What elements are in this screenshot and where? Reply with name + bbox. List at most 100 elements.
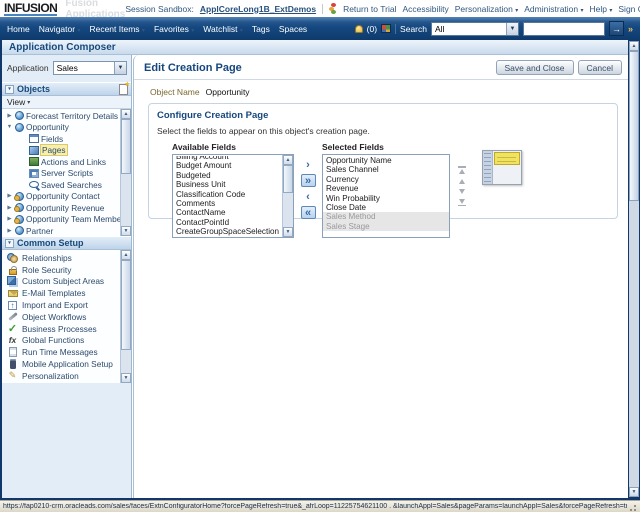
- tree-item-opportunity-revenue[interactable]: ▶ Opportunity Revenue: [2, 202, 120, 214]
- common-item-mobile-application-setup[interactable]: Mobile Application Setup: [2, 358, 120, 370]
- tree-scrollbar[interactable]: ▲ ▼: [120, 109, 131, 236]
- tree-item-pages[interactable]: Pages: [2, 145, 120, 157]
- tree-item-forecast-territory-details[interactable]: ▶ Forecast Territory Details: [2, 110, 120, 122]
- tree-item-opportunity[interactable]: ▼ Opportunity: [2, 122, 120, 134]
- nav-spaces[interactable]: Spaces: [279, 24, 307, 34]
- page-scrollbar[interactable]: ▲ ▼: [628, 40, 640, 498]
- common-item-import-export[interactable]: ↑ Import and Export: [2, 299, 120, 311]
- collapse-icon[interactable]: ▼: [6, 124, 13, 130]
- search-input[interactable]: [523, 22, 605, 36]
- move-all-left-button[interactable]: «: [301, 206, 316, 219]
- move-selected-left-button[interactable]: ‹: [301, 190, 316, 203]
- common-item-role-security[interactable]: Role Security: [2, 264, 120, 276]
- help-menu[interactable]: Help ▾: [590, 4, 613, 14]
- move-down-button[interactable]: [459, 189, 465, 194]
- objects-accordion-header[interactable]: ▾ Objects: [2, 82, 131, 96]
- available-fields-listbox[interactable]: Billing Account Budget Amount Budgeted B…: [172, 154, 294, 238]
- notification-bell-icon[interactable]: [355, 25, 363, 33]
- list-item[interactable]: Sales Channel: [323, 165, 449, 174]
- scroll-up-icon[interactable]: ▲: [121, 109, 131, 119]
- nav-recent-items-menu[interactable]: Recent Items ▾: [89, 24, 144, 34]
- scroll-down-icon[interactable]: ▼: [283, 227, 293, 237]
- move-to-top-button[interactable]: [458, 166, 466, 174]
- collapse-icon[interactable]: ▾: [5, 239, 14, 248]
- move-to-bottom-button[interactable]: [458, 199, 466, 207]
- list-item[interactable]: CreateGroupSpaceSelection: [173, 227, 282, 236]
- sign-out-link[interactable]: Sign Out: [618, 4, 640, 14]
- common-item-custom-subject-areas[interactable]: Custom Subject Areas: [2, 276, 120, 288]
- nav-watchlist-menu[interactable]: Watchlist ▾: [203, 24, 243, 34]
- list-item[interactable]: Opportunity Name: [323, 156, 449, 165]
- available-fields-scrollbar[interactable]: ▲ ▼: [282, 155, 293, 237]
- expand-icon[interactable]: ▶: [6, 216, 13, 222]
- list-item[interactable]: Revenue: [323, 184, 449, 193]
- scroll-up-icon[interactable]: ▲: [283, 155, 293, 165]
- move-selected-right-button[interactable]: ›: [301, 158, 316, 171]
- nav-home[interactable]: Home: [7, 24, 30, 34]
- accessibility-link[interactable]: Accessibility: [402, 4, 448, 14]
- list-item[interactable]: Win Probability: [323, 194, 449, 203]
- tree-item-server-scripts[interactable]: Server Scripts: [2, 168, 120, 180]
- search-scope-select[interactable]: All ▼: [431, 22, 519, 36]
- scrollbar-thumb[interactable]: [121, 260, 131, 350]
- scroll-down-icon[interactable]: ▼: [121, 226, 131, 236]
- list-item[interactable]: Budgeted: [173, 171, 282, 180]
- save-and-close-button[interactable]: Save and Close: [496, 60, 574, 75]
- common-item-business-processes[interactable]: ✓ Business Processes: [2, 323, 120, 335]
- common-item-run-time-messages[interactable]: Run Time Messages: [2, 346, 120, 358]
- scrollbar-track[interactable]: ▲ ▼: [629, 41, 639, 497]
- tree-item-actions-and-links[interactable]: Actions and Links: [2, 156, 120, 168]
- tree-item-fields[interactable]: Fields: [2, 133, 120, 145]
- view-menu[interactable]: View ▾: [2, 96, 131, 109]
- list-item[interactable]: ContactName: [173, 208, 282, 217]
- search-go-button[interactable]: →: [609, 21, 624, 36]
- nav-favorites-menu[interactable]: Favorites ▾: [154, 24, 194, 34]
- collapse-icon[interactable]: ▾: [5, 85, 14, 94]
- common-item-email-templates[interactable]: E-Mail Templates: [2, 287, 120, 299]
- scroll-up-icon[interactable]: ▲: [629, 41, 639, 51]
- common-setup-scrollbar[interactable]: ▲ ▼: [120, 250, 131, 383]
- common-item-object-workflows[interactable]: Object Workflows: [2, 311, 120, 323]
- move-all-right-button[interactable]: »: [301, 174, 316, 187]
- expand-icon[interactable]: ▶: [6, 113, 13, 119]
- list-item[interactable]: Close Date: [323, 203, 449, 212]
- list-item[interactable]: Currency: [323, 175, 449, 184]
- tree-item-opportunity-team-member[interactable]: ▶ Opportunity Team Member: [2, 214, 120, 226]
- advanced-search-icon[interactable]: »: [628, 24, 633, 34]
- list-item[interactable]: Business Unit: [173, 180, 282, 189]
- application-select[interactable]: Sales ▼: [53, 61, 127, 75]
- scrollbar-thumb[interactable]: [121, 119, 131, 174]
- expand-icon[interactable]: ▶: [6, 205, 13, 211]
- list-item[interactable]: Comments: [173, 199, 282, 208]
- resize-grip-icon[interactable]: [627, 502, 637, 512]
- tree-item-opportunity-contact[interactable]: ▶ Opportunity Contact: [2, 191, 120, 203]
- scroll-down-icon[interactable]: ▼: [121, 373, 131, 383]
- common-item-relationships[interactable]: Relationships: [2, 252, 120, 264]
- list-item[interactable]: ContactPointId: [173, 218, 282, 227]
- expand-icon[interactable]: ▶: [6, 193, 13, 199]
- tiles-icon[interactable]: [381, 24, 391, 33]
- common-item-personalization[interactable]: ✎ Personalization: [2, 370, 120, 382]
- move-up-button[interactable]: [459, 179, 465, 184]
- session-sandbox-link[interactable]: ApplCoreLong1B_ExtDemos: [200, 4, 316, 14]
- nav-navigator-menu[interactable]: Navigator ▾: [39, 24, 81, 34]
- personalization-menu[interactable]: Personalization ▾: [455, 4, 519, 14]
- dropdown-arrow-icon[interactable]: ▼: [114, 62, 126, 74]
- common-setup-accordion-header[interactable]: ▾ Common Setup: [2, 236, 131, 250]
- expand-icon[interactable]: ▶: [6, 228, 13, 234]
- new-object-icon[interactable]: [119, 84, 128, 95]
- tree-item-partner[interactable]: ▶ Partner: [2, 225, 120, 236]
- list-item[interactable]: Budget Amount: [173, 161, 282, 170]
- common-item-global-functions[interactable]: fx Global Functions: [2, 335, 120, 347]
- list-item[interactable]: Created By: [173, 237, 282, 238]
- dropdown-arrow-icon[interactable]: ▼: [506, 23, 518, 35]
- list-item[interactable]: Classification Code: [173, 190, 282, 199]
- scrollbar-thumb[interactable]: [629, 51, 639, 201]
- scrollbar-thumb[interactable]: [283, 165, 293, 193]
- cancel-button[interactable]: Cancel: [578, 60, 622, 75]
- return-to-trial-link[interactable]: Return to Trial: [343, 4, 396, 14]
- administration-menu[interactable]: Administration ▾: [524, 4, 583, 14]
- scroll-down-icon[interactable]: ▼: [629, 487, 639, 497]
- nav-tags[interactable]: Tags: [252, 24, 270, 34]
- tree-item-saved-searches[interactable]: Saved Searches: [2, 179, 120, 191]
